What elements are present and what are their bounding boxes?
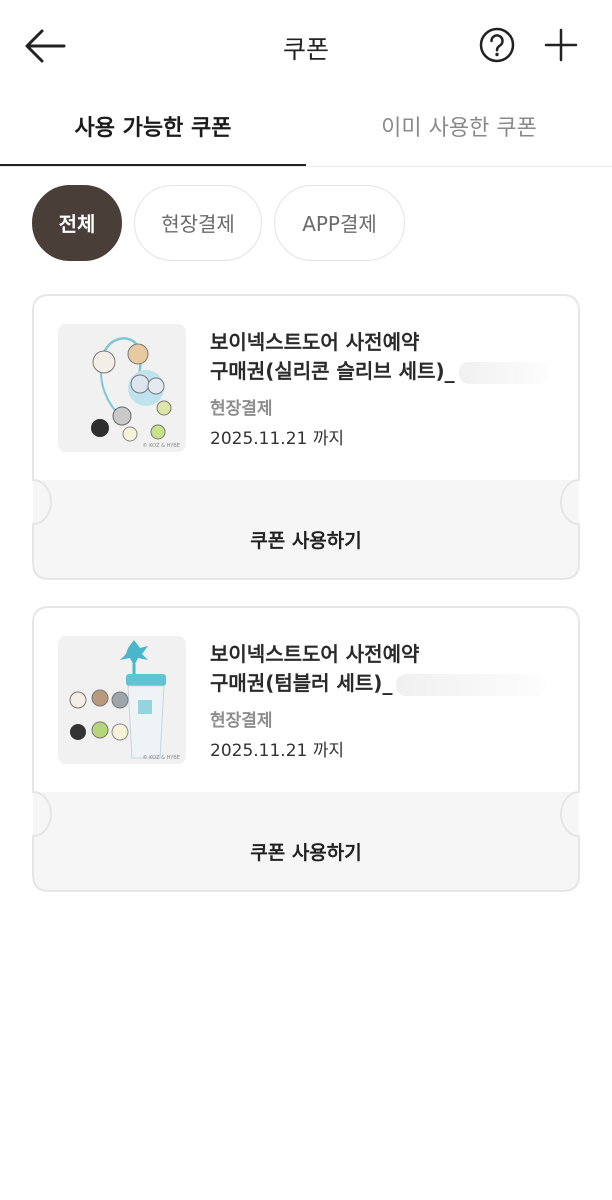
product-image-copyright: © KOZ & HYBE	[142, 443, 180, 449]
coupon-name-line1: 보이넥스트도어 사전예약	[210, 330, 420, 354]
tab-used-coupons[interactable]: 이미 사용한 쿠폰	[306, 92, 612, 166]
coupon-name-line2: 구매권(실리콘 슬리브 세트)_	[210, 359, 455, 383]
use-coupon-button[interactable]: 쿠폰 사용하기	[34, 504, 578, 578]
filter-chip-all[interactable]: 전체	[32, 185, 122, 261]
coupon-payment-type: 현장결제	[210, 711, 273, 731]
coupon-name: 보이넥스트도어 사전예약 구매권(실리콘 슬리브 세트)_	[210, 328, 550, 386]
coupon-expiry-date: 2025.11.21 까지	[210, 429, 345, 449]
use-coupon-button[interactable]: 쿠폰 사용하기	[34, 816, 578, 890]
coupon-product-image-tumbler: © KOZ & HYBE	[58, 636, 186, 764]
filter-chip-onsite-payment[interactable]: 현장결제	[134, 185, 262, 261]
coupon-name: 보이넥스트도어 사전예약 구매권(텀블러 세트)_	[210, 640, 550, 698]
redacted-text	[458, 361, 549, 384]
coupon-card: © KOZ & HYBE 보이넥스트도어 사전예약 구매권(텀블러 세트)_ 현…	[32, 606, 580, 892]
payment-filter-chips: 전체 현장결제 APP결제	[0, 185, 612, 263]
coupon-name-line1: 보이넥스트도어 사전예약	[210, 642, 420, 666]
redacted-text	[396, 673, 547, 696]
coupon-name-line2: 구매권(텀블러 세트)_	[210, 671, 393, 695]
add-coupon-button[interactable]	[542, 26, 580, 64]
filter-chip-app-payment[interactable]: APP결제	[274, 185, 405, 261]
product-image-copyright: © KOZ & HYBE	[142, 755, 180, 761]
coupon-product-image-silicone-sleeve: © KOZ & HYBE	[58, 324, 186, 452]
coupon-card: © KOZ & HYBE 보이넥스트도어 사전예약 구매권(실리콘 슬리브 세트…	[32, 294, 580, 580]
help-button[interactable]	[478, 26, 516, 64]
coupon-tabs: 사용 가능한 쿠폰 이미 사용한 쿠폰	[0, 92, 612, 167]
coupon-payment-type: 현장결제	[210, 399, 273, 419]
question-circle-icon	[479, 27, 515, 63]
active-tab-indicator	[0, 164, 306, 166]
plus-icon	[544, 28, 578, 62]
tab-available-coupons[interactable]: 사용 가능한 쿠폰	[0, 92, 306, 166]
page-title: 쿠폰	[282, 35, 329, 64]
coupon-expiry-date: 2025.11.21 까지	[210, 741, 345, 761]
app-header: 쿠폰	[0, 0, 612, 92]
